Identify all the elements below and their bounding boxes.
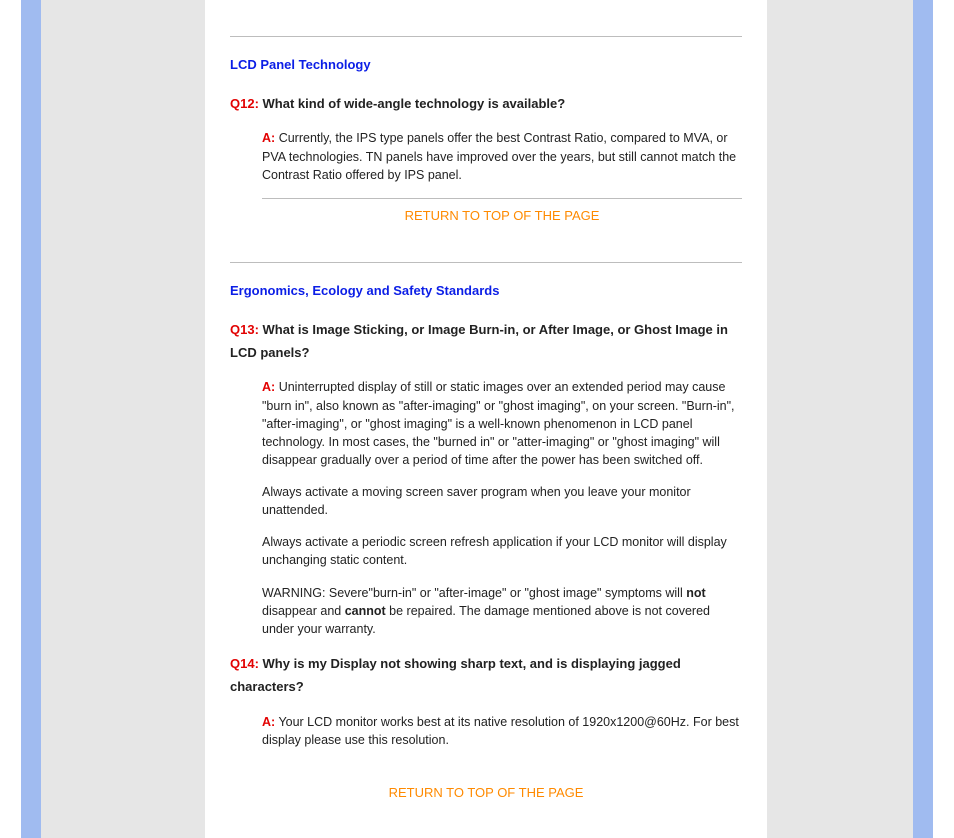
a-label: A: xyxy=(262,380,275,394)
section-heading-ergo: Ergonomics, Ecology and Safety Standards xyxy=(230,283,742,298)
main-content: LCD Panel Technology Q12: What kind of w… xyxy=(205,0,767,838)
a-label: A: xyxy=(262,715,275,729)
a-text: Your LCD monitor works best at its nativ… xyxy=(262,715,739,747)
q-text: What kind of wide-angle technology is av… xyxy=(263,96,566,111)
answer-q14: A: Your LCD monitor works best at its na… xyxy=(262,713,742,749)
section-heading-lcd: LCD Panel Technology xyxy=(230,57,742,72)
blue-border-left xyxy=(21,0,41,838)
q-text: Why is my Display not showing sharp text… xyxy=(230,656,681,694)
blue-border-right xyxy=(913,0,933,838)
a-label: A: xyxy=(262,131,275,145)
content-frame: LCD Panel Technology Q12: What kind of w… xyxy=(21,0,933,838)
return-link-text[interactable]: RETURN TO TOP OF THE PAGE xyxy=(405,208,600,223)
return-link-text[interactable]: RETURN TO TOP OF THE PAGE xyxy=(389,785,584,800)
section-divider xyxy=(230,262,742,263)
a-paragraph: Always activate a periodic screen refres… xyxy=(262,533,742,569)
q-label: Q12: xyxy=(230,96,259,111)
answer-q13: A: Uninterrupted display of still or sta… xyxy=(262,378,742,638)
answer-q12: A: Currently, the IPS type panels offer … xyxy=(262,129,742,225)
a-text: Uninterrupted display of still or static… xyxy=(262,380,735,467)
gray-gutter-left xyxy=(41,0,205,838)
question-q13: Q13: What is Image Sticking, or Image Bu… xyxy=(230,318,742,365)
a-warning: WARNING: Severe"burn-in" or "after-image… xyxy=(262,584,742,638)
section-divider xyxy=(230,36,742,37)
q-label: Q14: xyxy=(230,656,259,671)
q-label: Q13: xyxy=(230,322,259,337)
a-paragraph: Always activate a moving screen saver pr… xyxy=(262,483,742,519)
return-to-top-link[interactable]: RETURN TO TOP OF THE PAGE xyxy=(230,785,742,800)
a-text: Currently, the IPS type panels offer the… xyxy=(262,131,736,181)
q-text: What is Image Sticking, or Image Burn-in… xyxy=(230,322,728,360)
question-q12: Q12: What kind of wide-angle technology … xyxy=(230,92,742,115)
page-frame: LCD Panel Technology Q12: What kind of w… xyxy=(0,0,954,838)
gray-gutter-right xyxy=(767,0,913,838)
answer-divider xyxy=(262,198,742,199)
question-q14: Q14: Why is my Display not showing sharp… xyxy=(230,652,742,699)
return-to-top-link[interactable]: RETURN TO TOP OF THE PAGE xyxy=(262,207,742,226)
